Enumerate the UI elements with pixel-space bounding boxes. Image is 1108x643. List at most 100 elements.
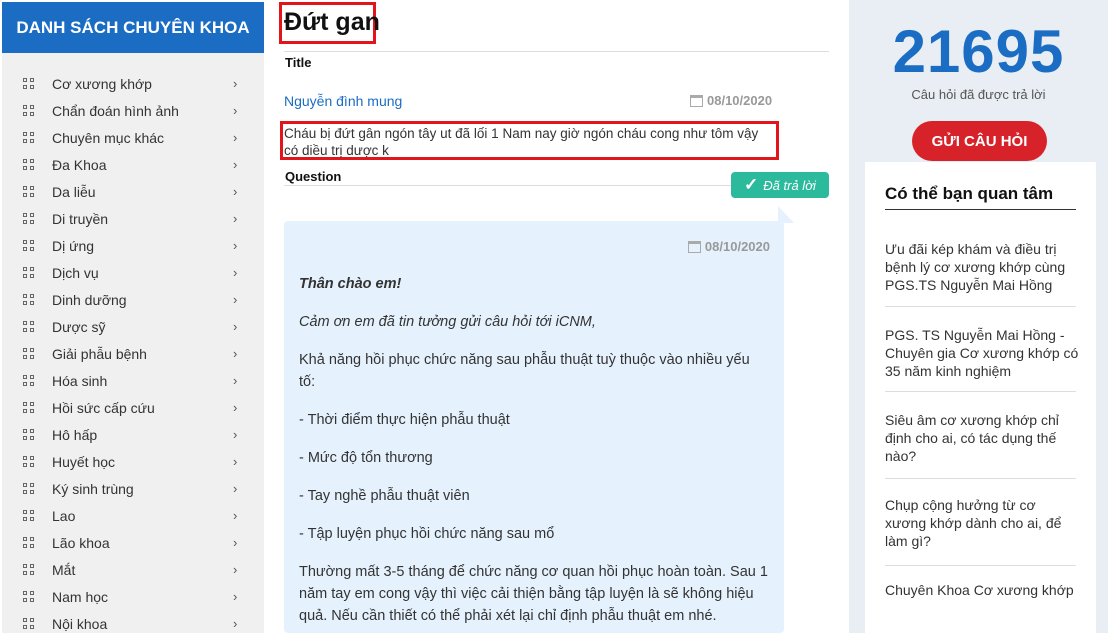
sidebar-item-label: Dinh dưỡng (52, 291, 127, 308)
related-link[interactable]: Ưu đãi kép khám và điều trị bệnh lý cơ x… (885, 240, 1080, 294)
chevron-right-icon: › (233, 562, 238, 577)
question-date-text: 08/10/2020 (707, 93, 773, 108)
sidebar-item-label: Dị ứng (52, 237, 95, 254)
sidebar-item[interactable]: Nam học › (2, 583, 264, 610)
chevron-right-icon: › (233, 481, 238, 496)
sidebar-item[interactable]: Chẩn đoán hình ảnh › (2, 97, 264, 124)
chevron-right-icon: › (233, 184, 238, 199)
sidebar-item[interactable]: Đa Khoa › (2, 151, 264, 178)
check-icon: ✓ (744, 175, 759, 194)
sidebar-item-label: Lão khoa (52, 534, 110, 551)
answered-badge-label: Đã trả lời (763, 177, 816, 193)
related-link[interactable]: PGS. TS Nguyễn Mai Hồng - Chuyên gia Cơ … (885, 326, 1080, 380)
chevron-right-icon: › (233, 319, 238, 334)
answer-card: 08/10/2020 Thân chào em! Cảm ơn em đã ti… (284, 221, 784, 633)
divider (284, 185, 734, 186)
grid-icon (23, 591, 34, 602)
sidebar-item[interactable]: Ký sinh trùng › (2, 475, 264, 502)
sidebar-item[interactable]: Dịch vụ › (2, 259, 264, 286)
sidebar-item-label: Nam học (52, 588, 109, 605)
question-text: Cháu bị đứt gân ngón tây ut đã lối 1 Nam… (284, 126, 759, 158)
sidebar-item[interactable]: Mắt › (2, 556, 264, 583)
related-title: Có thể bạn quan tâm (885, 184, 1054, 203)
related-link[interactable]: Chuyên Khoa Cơ xương khớp (885, 581, 1080, 599)
chevron-right-icon: › (233, 589, 238, 604)
question-date: 08/10/2020 (690, 93, 772, 108)
answered-badge: ✓ Đã trả lời (731, 172, 829, 198)
sidebar-item[interactable]: Cơ xương khớp › (2, 70, 264, 97)
chevron-right-icon: › (233, 76, 238, 91)
answer-paragraph: - Mức độ tổn thương (299, 450, 433, 466)
ask-question-button[interactable]: GỬI CÂU HỎI (912, 121, 1047, 161)
grid-icon (23, 213, 34, 224)
chevron-right-icon: › (233, 103, 238, 118)
sidebar-item-label: Chuyên mục khác (52, 129, 165, 146)
divider (885, 565, 1076, 566)
related-title-underline (885, 209, 1076, 210)
sidebar-item[interactable]: Chuyên mục khác › (2, 124, 264, 151)
grid-icon (23, 186, 34, 197)
sidebar-item-label: Hô hấp (52, 426, 98, 443)
grid-icon (23, 267, 34, 278)
grid-icon (23, 483, 34, 494)
chevron-right-icon: › (233, 373, 238, 388)
sidebar-item-label: Di truyền (52, 210, 109, 227)
divider (885, 391, 1076, 392)
sidebar-item-label: Dịch vụ (52, 264, 99, 281)
grid-icon (23, 348, 34, 359)
sidebar-item-label: Giải phẫu bệnh (52, 345, 147, 362)
sidebar-item[interactable]: Da liễu › (2, 178, 264, 205)
chevron-right-icon: › (233, 616, 238, 631)
grid-icon (23, 537, 34, 548)
sidebar-item[interactable]: Huyết học › (2, 448, 264, 475)
answered-count: 21695 (892, 18, 1065, 85)
chevron-right-icon: › (233, 346, 238, 361)
chevron-right-icon: › (233, 400, 238, 415)
chevron-right-icon: › (233, 238, 238, 253)
sidebar-item[interactable]: Dược sỹ › (2, 313, 264, 340)
answer-thanks: Cảm ơn em đã tin tưởng gửi câu hỏi tới i… (299, 314, 596, 330)
sidebar-item-label: Hồi sức cấp cứu (52, 399, 155, 416)
calendar-icon (687, 241, 701, 253)
sidebar-item-label: Chẩn đoán hình ảnh (52, 102, 179, 119)
chevron-right-icon: › (233, 130, 238, 145)
specialty-list: Cơ xương khớp › Chẩn đoán hình ảnh › Chuyê… (2, 53, 264, 637)
answer-paragraph: Khả năng hồi phục chức năng sau phẫu thu… (299, 352, 750, 390)
grid-icon (23, 321, 34, 332)
sidebar-item[interactable]: Lao › (2, 502, 264, 529)
sidebar-item-label: Dược sỹ (52, 318, 106, 335)
sidebar-item[interactable]: Lão khoa › (2, 529, 264, 556)
grid-icon (23, 132, 34, 143)
chevron-right-icon: › (233, 508, 238, 523)
grid-icon (23, 510, 34, 521)
grid-icon (23, 159, 34, 170)
sidebar-item[interactable]: Hồi sức cấp cứu › (2, 394, 264, 421)
sidebar-title: DANH SÁCH CHUYÊN KHOA (2, 2, 264, 53)
chevron-right-icon: › (233, 265, 238, 280)
grid-icon (23, 429, 34, 440)
chevron-right-icon: › (233, 157, 238, 172)
sidebar-item[interactable]: Dinh dưỡng › (2, 286, 264, 313)
sidebar-item-label: Ký sinh trùng (52, 480, 134, 497)
answer-greeting: Thân chào em! (299, 276, 402, 292)
sidebar-item-label: Mắt (52, 561, 76, 578)
related-link[interactable]: Chụp cộng hưởng từ cơ xương khớp dành ch… (885, 496, 1080, 550)
sidebar-item[interactable]: Hóa sinh › (2, 367, 264, 394)
title-tag: Title (285, 55, 312, 70)
related-link[interactable]: Siêu âm cơ xương khớp chỉ định cho ai, c… (885, 411, 1080, 465)
sidebar-item[interactable]: Dị ứng › (2, 232, 264, 259)
chevron-right-icon: › (233, 535, 238, 550)
chevron-right-icon: › (233, 427, 238, 442)
chevron-right-icon: › (233, 211, 238, 226)
sidebar-item-label: Hóa sinh (52, 372, 108, 389)
sidebar-item[interactable]: Giải phẫu bệnh › (2, 340, 264, 367)
sidebar-item[interactable]: Hô hấp › (2, 421, 264, 448)
sidebar-item[interactable]: Di truyền › (2, 205, 264, 232)
specialty-sidebar: DANH SÁCH CHUYÊN KHOA Cơ xương khớp › Chẩ… (2, 2, 264, 633)
question-author-link[interactable]: Nguyễn đình mung (284, 93, 402, 109)
grid-icon (23, 618, 34, 629)
question-tag: Question (285, 169, 342, 184)
sidebar-item-label: Nội khoa (52, 615, 108, 632)
page-title: Đứt gan (284, 8, 380, 36)
answer-paragraph: Thường mất 3-5 tháng để chức năng cơ qua… (299, 564, 768, 624)
